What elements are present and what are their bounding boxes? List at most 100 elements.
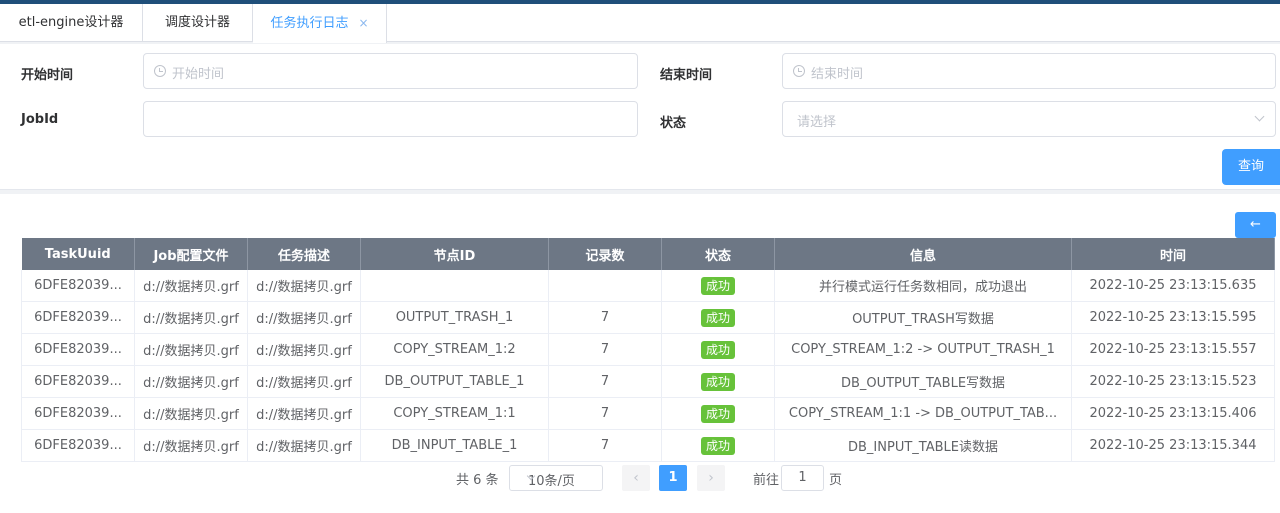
start-time-input[interactable]: 开始时间 <box>143 53 638 89</box>
column-header-taskuuid[interactable]: TaskUuid <box>21 238 135 270</box>
column-header-record-count[interactable]: 记录数 <box>548 238 662 270</box>
search-form: 开始时间 开始时间 结束时间 结束时间 JobId 状态 请选择 查询 <box>0 44 1280 190</box>
status-label: 状态 <box>660 116 687 131</box>
status-select[interactable]: 请选择 <box>782 101 1276 137</box>
cell-job-config: d://数据拷贝.grf <box>134 333 248 366</box>
cell-info: 并行模式运行任务数相同，成功退出 <box>774 270 1072 302</box>
cell-node-id: COPY_STREAM_1:2 <box>360 333 549 366</box>
back-arrow-button[interactable]: ← <box>1235 212 1276 238</box>
table-header-row: TaskUuid Job配置文件 任务描述 节点ID 记录数 状态 信息 时间 <box>21 238 1275 270</box>
cell-job-config: d://数据拷贝.grf <box>134 365 248 398</box>
tab-label: etl-engine设计器 <box>18 15 124 30</box>
cell-task-desc: d://数据拷贝.grf <box>247 270 361 302</box>
cell-time: 2022-10-25 23:13:15.344 <box>1071 429 1275 462</box>
cell-time: 2022-10-25 23:13:15.406 <box>1071 397 1275 430</box>
clock-icon <box>154 65 166 77</box>
jobid-label: JobId <box>21 112 59 127</box>
start-time-label: 开始时间 <box>21 68 74 83</box>
table-row[interactable]: 6DFE82039... d://数据拷贝.grf d://数据拷贝.grf O… <box>21 301 1275 334</box>
cell-taskuuid: 6DFE82039... <box>21 301 135 334</box>
status-placeholder: 请选择 <box>797 115 837 130</box>
cell-record-count: 7 <box>548 429 662 462</box>
cell-time: 2022-10-25 23:13:15.595 <box>1071 301 1275 334</box>
cell-time: 2022-10-25 23:13:15.523 <box>1071 365 1275 398</box>
cell-status: 成功 <box>661 429 775 462</box>
goto-page-input[interactable]: 1 <box>781 465 824 491</box>
cell-record-count: 7 <box>548 397 662 430</box>
cell-status: 成功 <box>661 397 775 430</box>
cell-record-count <box>548 270 662 302</box>
cell-status: 成功 <box>661 365 775 398</box>
cell-job-config: d://数据拷贝.grf <box>134 397 248 430</box>
page-number-current[interactable]: 1 <box>659 465 687 491</box>
cell-task-desc: d://数据拷贝.grf <box>247 365 361 398</box>
table-row[interactable]: 6DFE82039... d://数据拷贝.grf d://数据拷贝.grf 成… <box>21 270 1275 302</box>
cell-record-count: 7 <box>548 333 662 366</box>
status-badge: 成功 <box>700 308 735 327</box>
page-suffix-label: 页 <box>829 473 843 488</box>
cell-taskuuid: 6DFE82039... <box>21 397 135 430</box>
jobid-input[interactable] <box>143 101 638 137</box>
cell-record-count: 7 <box>548 365 662 398</box>
goto-label: 前往 <box>753 473 780 488</box>
column-header-job-config[interactable]: Job配置文件 <box>134 238 248 270</box>
clock-icon <box>793 65 805 77</box>
column-header-task-desc[interactable]: 任务描述 <box>247 238 361 270</box>
cell-job-config: d://数据拷贝.grf <box>134 301 248 334</box>
column-header-status[interactable]: 状态 <box>661 238 775 270</box>
cell-task-desc: d://数据拷贝.grf <box>247 397 361 430</box>
cell-task-desc: d://数据拷贝.grf <box>247 429 361 462</box>
end-time-input[interactable]: 结束时间 <box>782 53 1276 89</box>
cell-info: COPY_STREAM_1:2 -> OUTPUT_TRASH_1 <box>774 333 1072 366</box>
table-row[interactable]: 6DFE82039... d://数据拷贝.grf d://数据拷贝.grf D… <box>21 365 1275 398</box>
cell-info: OUTPUT_TRASH写数据 <box>774 301 1072 334</box>
status-badge: 成功 <box>700 436 735 455</box>
cell-info: DB_OUTPUT_TABLE写数据 <box>774 365 1072 398</box>
start-time-placeholder: 开始时间 <box>172 67 225 82</box>
end-time-label: 结束时间 <box>660 68 713 83</box>
cell-node-id: DB_INPUT_TABLE_1 <box>360 429 549 462</box>
cell-node-id: DB_OUTPUT_TABLE_1 <box>360 365 549 398</box>
tab-etl-engine-designer[interactable]: etl-engine设计器 <box>0 4 143 42</box>
column-header-node-id[interactable]: 节点ID <box>360 238 549 270</box>
table-row[interactable]: 6DFE82039... d://数据拷贝.grf d://数据拷贝.grf C… <box>21 333 1275 366</box>
cell-record-count: 7 <box>548 301 662 334</box>
cell-node-id <box>360 270 549 302</box>
table-row[interactable]: 6DFE82039... d://数据拷贝.grf d://数据拷贝.grf C… <box>21 397 1275 430</box>
tab-bar: etl-engine设计器 调度设计器 任务执行日志 × <box>0 4 1280 43</box>
cell-taskuuid: 6DFE82039... <box>21 429 135 462</box>
query-button[interactable]: 查询 <box>1222 149 1280 185</box>
end-time-placeholder: 结束时间 <box>811 67 864 82</box>
cell-time: 2022-10-25 23:13:15.557 <box>1071 333 1275 366</box>
page-size-value: 10条/页 <box>528 474 575 489</box>
status-badge: 成功 <box>700 276 735 295</box>
cell-info: DB_INPUT_TABLE读数据 <box>774 429 1072 462</box>
pagination-total: 共 6 条 <box>456 473 499 488</box>
cell-node-id: OUTPUT_TRASH_1 <box>360 301 549 334</box>
cell-info: COPY_STREAM_1:1 -> DB_OUTPUT_TAB... <box>774 397 1072 430</box>
close-icon[interactable]: × <box>358 4 368 42</box>
pagination: 共 6 条 10条/页 ‹ 1 › 前往 1 页 <box>0 465 1280 491</box>
cell-task-desc: d://数据拷贝.grf <box>247 301 361 334</box>
cell-taskuuid: 6DFE82039... <box>21 333 135 366</box>
next-page-button[interactable]: › <box>697 465 725 491</box>
status-badge: 成功 <box>700 340 735 359</box>
page-size-select[interactable]: 10条/页 <box>509 465 603 491</box>
cell-status: 成功 <box>661 301 775 334</box>
column-header-info[interactable]: 信息 <box>774 238 1072 270</box>
results-panel: ← TaskUuid Job配置文件 任务描述 节点ID 记录数 状态 信息 时… <box>0 194 1280 513</box>
cell-task-desc: d://数据拷贝.grf <box>247 333 361 366</box>
status-badge: 成功 <box>700 372 735 391</box>
prev-page-button[interactable]: ‹ <box>622 465 650 491</box>
tab-task-log[interactable]: 任务执行日志 × <box>253 4 387 43</box>
cell-node-id: COPY_STREAM_1:1 <box>360 397 549 430</box>
column-header-time[interactable]: 时间 <box>1071 238 1275 270</box>
table-row[interactable]: 6DFE82039... d://数据拷贝.grf d://数据拷贝.grf D… <box>21 429 1275 462</box>
tab-schedule-designer[interactable]: 调度设计器 <box>143 4 253 42</box>
cell-taskuuid: 6DFE82039... <box>21 270 135 302</box>
cell-job-config: d://数据拷贝.grf <box>134 270 248 302</box>
tab-label: 调度设计器 <box>164 15 230 30</box>
cell-status: 成功 <box>661 333 775 366</box>
cell-job-config: d://数据拷贝.grf <box>134 429 248 462</box>
tab-label: 任务执行日志 <box>270 16 349 31</box>
